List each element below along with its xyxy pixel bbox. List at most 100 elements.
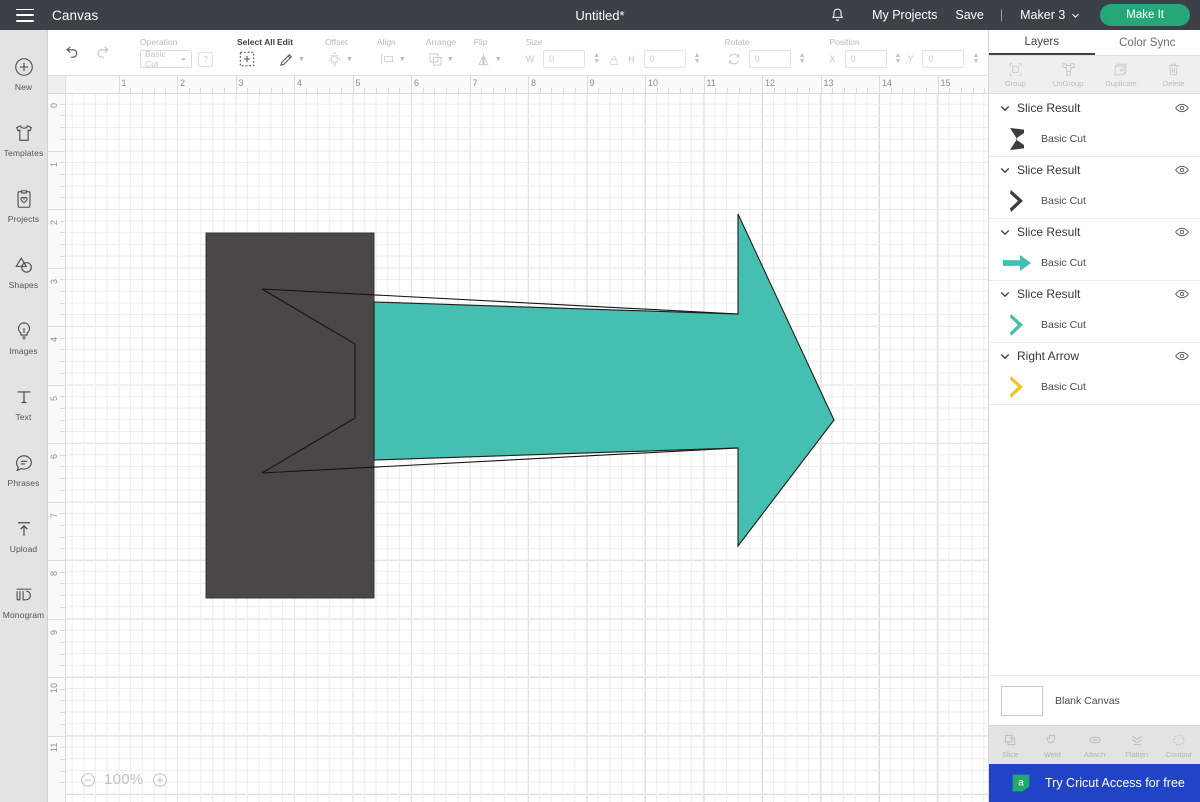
- canvas-color-swatch[interactable]: [1001, 685, 1043, 716]
- eye-icon[interactable]: [1174, 162, 1190, 178]
- chevron-down-icon[interactable]: [999, 226, 1011, 238]
- layer-row[interactable]: Basic Cut: [989, 307, 1200, 342]
- duplicate-button[interactable]: Duplicate: [1095, 61, 1148, 88]
- layer-header[interactable]: Slice Result: [989, 219, 1200, 245]
- layer-header[interactable]: Slice Result: [989, 157, 1200, 183]
- align-button[interactable]: ▼: [377, 50, 406, 68]
- ruler-minor-tick: [60, 583, 65, 585]
- ruler-minor-tick: [808, 88, 810, 93]
- chevron-down-icon[interactable]: [999, 350, 1011, 362]
- rotate-icon[interactable]: [725, 50, 743, 68]
- offset-button[interactable]: ▼: [325, 50, 353, 69]
- layer-row[interactable]: Basic Cut: [989, 183, 1200, 218]
- vertical-ruler: 0 1 2 3 4 5 6 7 8 9 10 11: [48, 76, 66, 802]
- weld-button[interactable]: Weld: [1031, 732, 1073, 759]
- size-height-stepper[interactable]: ▲ ▼: [694, 52, 701, 65]
- position-y-input[interactable]: 0: [922, 50, 965, 68]
- ruler-minor-tick: [60, 630, 65, 632]
- lock-icon[interactable]: [606, 48, 622, 70]
- eye-icon[interactable]: [1174, 224, 1190, 240]
- position-x-input[interactable]: 0: [844, 50, 887, 68]
- ruler-label: 6: [49, 453, 59, 459]
- undo-button[interactable]: [58, 39, 84, 65]
- arrange-button[interactable]: ▼: [426, 50, 454, 69]
- chevron-down-icon[interactable]: [999, 102, 1011, 114]
- layers-list[interactable]: Slice Result Basic Cut Slice Result Basi…: [989, 95, 1200, 675]
- tab-layers[interactable]: Layers: [989, 30, 1095, 55]
- flatten-button[interactable]: Flatten: [1116, 732, 1158, 759]
- size-width-stepper[interactable]: ▲ ▼: [593, 52, 600, 65]
- layer-header[interactable]: Slice Result: [989, 281, 1200, 307]
- tab-color-sync[interactable]: Color Sync: [1095, 30, 1200, 55]
- layer-header[interactable]: Right Arrow: [989, 343, 1200, 369]
- layer-row[interactable]: Basic Cut: [989, 369, 1200, 404]
- rail-item-shapes[interactable]: Shapes: [0, 238, 48, 304]
- rotate-stepper[interactable]: ▲ ▼: [799, 52, 806, 65]
- contour-button[interactable]: Contour: [1158, 732, 1200, 759]
- position-x-stepper[interactable]: ▲ ▼: [895, 52, 902, 65]
- cricut-access-promo[interactable]: a Try Cricut Access for free: [989, 764, 1200, 802]
- ruler-minor-tick: [738, 88, 740, 93]
- ruler-label: 14: [882, 78, 893, 88]
- canvas-swatch-row[interactable]: Blank Canvas: [989, 675, 1200, 725]
- zoom-in-icon[interactable]: [152, 772, 168, 788]
- zoom-out-icon[interactable]: [80, 772, 96, 788]
- eye-icon[interactable]: [1174, 286, 1190, 302]
- eye-icon[interactable]: [1174, 348, 1190, 364]
- rail-item-phrases[interactable]: Phrases: [0, 436, 48, 502]
- ungroup-button[interactable]: UnGroup: [1042, 61, 1095, 88]
- hamburger-icon[interactable]: [16, 8, 34, 22]
- ruler-minor-tick: [60, 337, 65, 339]
- ruler-minor-tick: [282, 88, 284, 93]
- size-height-input[interactable]: 0: [643, 50, 686, 68]
- rail-item-upload[interactable]: Upload: [0, 502, 48, 568]
- delete-button[interactable]: Delete: [1147, 61, 1200, 88]
- select-all-group: Select All: [227, 29, 275, 75]
- weld-icon: [1046, 734, 1056, 743]
- rail-item-projects[interactable]: Projects: [0, 172, 48, 238]
- edit-button[interactable]: ▼: [277, 50, 305, 69]
- group-button[interactable]: Group: [989, 61, 1042, 88]
- flip-button[interactable]: ▼: [474, 50, 502, 69]
- ruler-minor-tick: [60, 419, 65, 421]
- cricut-a-badge-icon: a: [1012, 774, 1030, 792]
- ruler-minor-tick: [504, 88, 506, 93]
- slice-button[interactable]: Slice: [989, 732, 1031, 759]
- ruler-minor-tick: [925, 88, 927, 93]
- eye-icon[interactable]: [1174, 100, 1190, 116]
- rotate-input[interactable]: 0: [748, 50, 791, 68]
- rail-item-images[interactable]: Images: [0, 304, 48, 370]
- rail-item-text[interactable]: Text: [0, 370, 48, 436]
- top-bar: Canvas Untitled* My Projects Save | Make…: [0, 0, 1200, 30]
- rail-item-new[interactable]: New: [0, 40, 48, 106]
- layer-row[interactable]: Basic Cut: [989, 245, 1200, 280]
- save-button[interactable]: Save: [946, 8, 993, 22]
- canvas-area[interactable]: 1 2 3 4 5 6 7 8 9 10 11 12 13 14 15 0 1 2 3 4 5 6 7 8 9 10 11 100…: [48, 76, 988, 802]
- operation-help-button[interactable]: ?: [198, 51, 213, 67]
- rail-item-templates[interactable]: Templates: [0, 106, 48, 172]
- layer-actions-bar: Group UnGroup Duplicate Delete: [989, 56, 1200, 94]
- ruler-label: 13: [823, 78, 834, 88]
- bell-icon[interactable]: [825, 3, 849, 27]
- attach-button[interactable]: Attach: [1073, 732, 1115, 759]
- layer-row[interactable]: Basic Cut: [989, 121, 1200, 156]
- operation-select[interactable]: Basic Cut: [140, 49, 192, 69]
- rail-item-monogram[interactable]: Monogram: [0, 568, 48, 634]
- ruler-label: 1: [49, 161, 59, 167]
- ruler-tick: [48, 150, 66, 152]
- layer-header[interactable]: Slice Result: [989, 95, 1200, 121]
- machine-selector[interactable]: Maker 3: [1010, 8, 1086, 22]
- slice-label: Slice: [1001, 749, 1019, 759]
- select-all-button[interactable]: [237, 49, 257, 69]
- redo-button[interactable]: [90, 39, 116, 65]
- chevron-down-icon[interactable]: [999, 164, 1011, 176]
- chevron-down-icon[interactable]: [999, 288, 1011, 300]
- ruler-minor-tick: [60, 536, 65, 538]
- left-rail: New Templates Projects Shapes Images Tex…: [0, 30, 48, 802]
- size-width-input[interactable]: 0: [543, 50, 586, 68]
- make-it-button[interactable]: Make It: [1100, 4, 1190, 26]
- position-y-stepper[interactable]: ▲ ▼: [972, 52, 979, 65]
- rotate-label: Rotate: [724, 37, 750, 47]
- my-projects-link[interactable]: My Projects: [863, 8, 946, 22]
- plus-circle-icon: [12, 55, 36, 79]
